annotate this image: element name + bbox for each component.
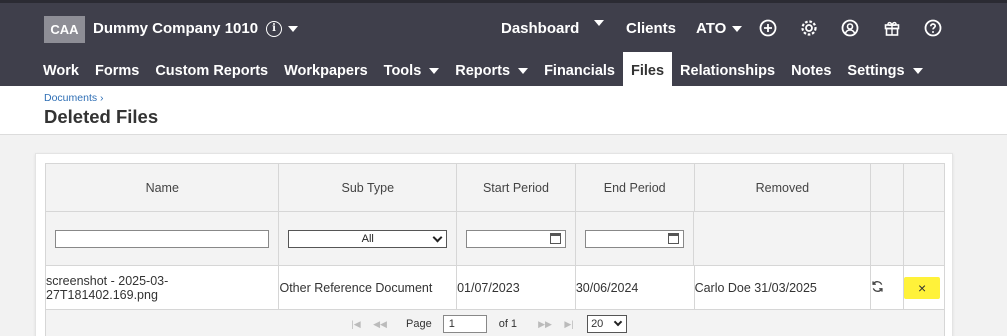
end-period-filter-input[interactable] xyxy=(584,229,685,248)
clients-link[interactable]: Clients xyxy=(626,20,676,37)
last-page-icon[interactable]: ▶| xyxy=(557,319,581,330)
help-circle-icon[interactable] xyxy=(924,19,942,37)
page-size-select[interactable]: 20 xyxy=(587,315,628,333)
table-header: Name Sub Type Start Period End Period Re… xyxy=(46,164,944,212)
filter-row: All xyxy=(46,212,944,266)
pagination: |◀ ◀◀ Page 1 of 1 ▶▶ ▶| 20 xyxy=(46,310,944,336)
nav-financials[interactable]: Financials xyxy=(536,52,623,89)
column-header-restore xyxy=(871,164,905,211)
user-circle-icon[interactable] xyxy=(841,19,859,37)
chevron-down-icon xyxy=(613,317,623,327)
column-header-sub-type[interactable]: Sub Type xyxy=(279,164,458,211)
file-removed: Carlo Doe 31/03/2025 xyxy=(694,266,872,309)
main-nav: Work Forms Custom Reports Workpapers Too… xyxy=(35,52,931,89)
nav-tools[interactable]: Tools xyxy=(376,52,448,89)
next-page-icon[interactable]: ▶▶ xyxy=(533,319,557,330)
file-start-period: 01/07/2023 xyxy=(457,266,576,309)
chevron-down-icon xyxy=(432,232,443,242)
sub-type-filter-select[interactable]: All xyxy=(288,229,448,248)
nav-workpapers[interactable]: Workpapers xyxy=(276,52,376,89)
column-header-removed[interactable]: Removed xyxy=(694,164,872,211)
dashboard-link[interactable]: Dashboard xyxy=(501,20,579,37)
column-header-name[interactable]: Name xyxy=(46,164,280,211)
deleted-files-table: Name Sub Type Start Period End Period Re… xyxy=(45,163,945,336)
column-header-delete xyxy=(904,164,944,211)
file-end-period: 30/06/2024 xyxy=(575,266,695,309)
chevron-down-icon xyxy=(288,25,299,32)
start-period-filter-input[interactable] xyxy=(466,229,566,248)
nav-relationships[interactable]: Relationships xyxy=(672,52,783,89)
company-abbr: CAA xyxy=(44,16,85,43)
nav-notes[interactable]: Notes xyxy=(783,52,839,89)
nav-files[interactable]: Files xyxy=(622,52,673,89)
calendar-icon[interactable] xyxy=(549,232,561,244)
nav-settings[interactable]: Settings xyxy=(839,52,930,89)
page-count: of 1 xyxy=(498,318,518,330)
nav-forms[interactable]: Forms xyxy=(87,52,147,89)
column-header-end-period[interactable]: End Period xyxy=(575,164,695,211)
restore-icon[interactable] xyxy=(871,280,884,296)
top-bar: CAA Dummy Company 1010 i Dashboard Clien… xyxy=(0,0,1007,89)
table-row[interactable]: screenshot - 2025-03-27T181402.169.png O… xyxy=(46,266,944,310)
first-page-icon[interactable]: |◀ xyxy=(344,319,368,330)
page-header: Documents › Deleted Files xyxy=(0,86,1007,135)
dashboard-dropdown[interactable] xyxy=(594,20,604,26)
deleted-files-card: Name Sub Type Start Period End Period Re… xyxy=(35,153,953,336)
company-name: Dummy Company 1010 xyxy=(93,20,259,37)
nav-work[interactable]: Work xyxy=(35,52,87,89)
chevron-down-icon xyxy=(594,20,604,26)
file-name: screenshot - 2025-03-27T181402.169.png xyxy=(46,266,280,309)
page-label: Page xyxy=(406,318,432,330)
name-filter-input[interactable] xyxy=(55,229,270,248)
gift-icon[interactable] xyxy=(883,19,901,37)
ato-menu[interactable]: ATO xyxy=(696,20,743,37)
page-title: Deleted Files xyxy=(44,106,159,127)
calendar-icon[interactable] xyxy=(668,232,680,244)
nav-reports[interactable]: Reports xyxy=(447,52,536,89)
file-sub-type: Other Reference Document xyxy=(279,266,458,309)
chevron-down-icon xyxy=(518,67,529,74)
breadcrumb[interactable]: Documents › xyxy=(44,92,104,104)
info-icon[interactable]: i xyxy=(266,20,283,37)
nav-custom-reports[interactable]: Custom Reports xyxy=(147,52,276,89)
gear-icon[interactable] xyxy=(800,19,818,37)
prev-page-icon[interactable]: ◀◀ xyxy=(368,319,392,330)
company-selector[interactable]: Dummy Company 1010 i xyxy=(93,20,299,37)
plus-circle-icon[interactable] xyxy=(759,19,777,37)
chevron-down-icon xyxy=(732,25,743,32)
close-icon[interactable]: × xyxy=(904,276,941,299)
chevron-down-icon xyxy=(912,67,923,74)
page-input[interactable]: 1 xyxy=(442,315,487,333)
chevron-down-icon xyxy=(429,67,440,74)
column-header-start-period[interactable]: Start Period xyxy=(457,164,576,211)
